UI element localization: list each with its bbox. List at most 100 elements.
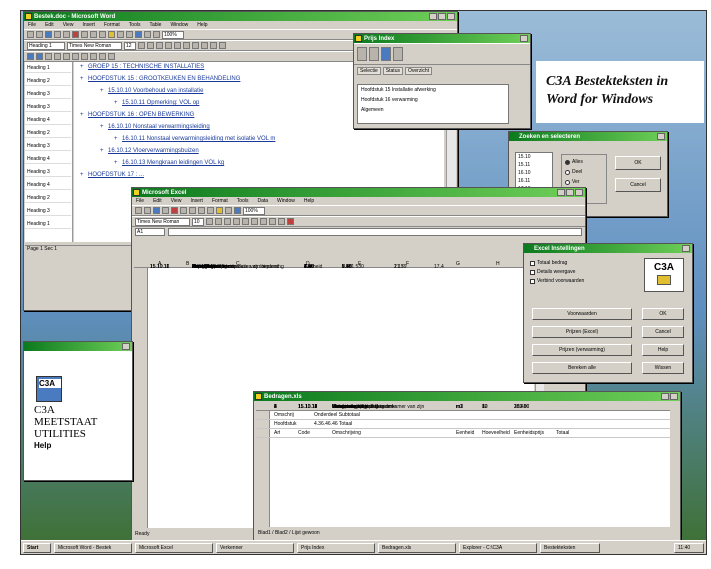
excel-menu-item[interactable]: Window: [277, 198, 295, 204]
action-button[interactable]: Voorwaarden: [532, 308, 632, 320]
word-menu-item[interactable]: File: [28, 22, 36, 28]
drawing-icon[interactable]: [153, 31, 160, 38]
excel-menu-item[interactable]: Data: [257, 198, 268, 204]
radio-option[interactable]: Deel: [565, 169, 603, 175]
paste-icon[interactable]: [198, 207, 205, 214]
checkbox-icon[interactable]: [530, 260, 535, 266]
action-button[interactable]: Prijzen (verwarming): [532, 344, 632, 356]
column-header[interactable]: G: [456, 261, 460, 267]
taskbar-item[interactable]: Explorer - C:\C3A: [459, 542, 537, 553]
table-row[interactable]: Art. 15 bepalingen Eenheid: [134, 264, 534, 320]
new-icon[interactable]: [27, 31, 34, 38]
close-button[interactable]: [122, 343, 130, 350]
minimize-button[interactable]: [429, 13, 437, 20]
table-row[interactable]: De clausules en stipulaties zijn bindend: [134, 264, 534, 290]
chart-icon[interactable]: [234, 207, 241, 214]
outline-symbol[interactable]: +: [100, 148, 104, 154]
table-row[interactable]: 6 15.10.15 Plaatmateriaal in 1 laag om m2 1: [256, 404, 670, 491]
size-box[interactable]: 12: [124, 41, 136, 50]
undo-icon[interactable]: [207, 207, 214, 214]
table-row[interactable]: 5 15.10.14 Blokverwarming m3 8 202.90: [256, 404, 670, 480]
column-header[interactable]: H: [496, 261, 500, 267]
align-left-icon[interactable]: [165, 42, 172, 49]
table-row[interactable]: 1.75 3.50: [134, 264, 534, 380]
taskbar-item[interactable]: Microsoft Word - Bestek: [54, 542, 132, 553]
align-right-icon[interactable]: [183, 42, 190, 49]
italic-icon[interactable]: [147, 42, 154, 49]
prijs-list[interactable]: Hoofdstuk 15 Installatie afwerking Hoofds…: [357, 84, 509, 124]
excel-menu-item[interactable]: Edit: [153, 198, 162, 204]
table-row[interactable]: en te grade van aan deze van toepassing: [134, 264, 534, 305]
action-button[interactable]: Prijzen (Excel): [532, 326, 632, 338]
cell[interactable]: 15.10.15: [298, 404, 317, 410]
column-title[interactable]: Totaal: [556, 430, 569, 436]
column-title[interactable]: Eenheid: [456, 430, 474, 436]
tab-selectie[interactable]: Selectie: [357, 67, 381, 75]
taskbar-item[interactable]: Prijs Index: [297, 542, 375, 553]
page-icon[interactable]: [357, 47, 367, 61]
radio-option[interactable]: Alles: [565, 159, 603, 165]
outline-heading[interactable]: 16.10.12 Vloerverwarmingsbuizen: [108, 148, 199, 154]
format-painter-icon[interactable]: [108, 31, 115, 38]
merge-icon[interactable]: [251, 218, 258, 225]
list-item[interactable]: 16.10: [516, 169, 552, 177]
cell[interactable]: 5 811.530: [342, 264, 364, 270]
columns-icon[interactable]: [144, 31, 151, 38]
cell[interactable]: 4.30: [304, 264, 314, 270]
new-icon[interactable]: [135, 207, 142, 214]
cell[interactable]: m2: [456, 404, 463, 410]
level3-icon[interactable]: [108, 53, 115, 60]
close-button[interactable]: [520, 35, 528, 42]
cell[interactable]: Meting blok 16: [192, 264, 225, 270]
word-menu-item[interactable]: Tools: [129, 22, 141, 28]
column-title[interactable]: Code: [298, 430, 310, 436]
column-title[interactable]: Art: [274, 430, 280, 436]
cell[interactable]: Omschrij: [274, 412, 294, 418]
outline-symbol[interactable]: +: [100, 124, 104, 130]
list-item[interactable]: 16.11: [516, 177, 552, 185]
copy-icon[interactable]: [90, 31, 97, 38]
maximize-button[interactable]: [438, 13, 446, 20]
taskbar-item[interactable]: Microsoft Excel: [135, 542, 213, 553]
word-menu-item[interactable]: Table: [149, 22, 161, 28]
italic-icon[interactable]: [215, 218, 222, 225]
list-item[interactable]: Hoofdstuk 15 Installatie afwerking: [358, 85, 508, 95]
word-menu-item[interactable]: Help: [197, 22, 207, 28]
list-item[interactable]: Hoofdstuk 16 verwarming: [358, 95, 508, 105]
level1-icon[interactable]: [90, 53, 97, 60]
outline-heading[interactable]: HOOFDSTUK 17 : ...: [88, 172, 144, 178]
outline-symbol[interactable]: +: [80, 112, 84, 118]
redo-icon[interactable]: [126, 31, 133, 38]
spell-icon[interactable]: [72, 31, 79, 38]
close-button[interactable]: [682, 245, 690, 252]
outline-symbol[interactable]: +: [114, 136, 118, 142]
show-all-icon[interactable]: [81, 53, 88, 60]
column-header[interactable]: B: [186, 261, 189, 267]
word-menu-item[interactable]: Edit: [45, 22, 54, 28]
excel-menu-item[interactable]: Format: [212, 198, 228, 204]
spell-icon[interactable]: [171, 207, 178, 214]
outline-heading[interactable]: 16.10.11 Nonstaal verwarmingsleiding met…: [122, 136, 275, 142]
sort-icon[interactable]: [225, 207, 232, 214]
font-color-icon[interactable]: [287, 218, 294, 225]
excel-menu-item[interactable]: Help: [304, 198, 314, 204]
taskbar-item[interactable]: Verkenner: [216, 542, 294, 553]
print-icon[interactable]: [54, 31, 61, 38]
bold-icon[interactable]: [206, 218, 213, 225]
print-icon[interactable]: [162, 207, 169, 214]
cut-icon[interactable]: [81, 31, 88, 38]
word-menu-item[interactable]: View: [63, 22, 74, 28]
align-center-icon[interactable]: [174, 42, 181, 49]
action-button[interactable]: Bereken alle: [532, 362, 632, 374]
confirm-button[interactable]: Cancel: [642, 326, 684, 338]
sum-icon[interactable]: [216, 207, 223, 214]
demote-icon[interactable]: [36, 53, 43, 60]
close-button[interactable]: [657, 133, 665, 140]
outline-symbol[interactable]: +: [100, 88, 104, 94]
table-icon[interactable]: [135, 31, 142, 38]
save-icon[interactable]: [45, 31, 52, 38]
font-box[interactable]: Times New Roman: [67, 41, 122, 50]
cell[interactable]: Hoofdstuk: [274, 421, 297, 427]
border-icon[interactable]: [219, 42, 226, 49]
bedragen-grid[interactable]: Omschrij Onderdeel Subtotaal Hoofdstuk 4.36…: [256, 403, 670, 527]
